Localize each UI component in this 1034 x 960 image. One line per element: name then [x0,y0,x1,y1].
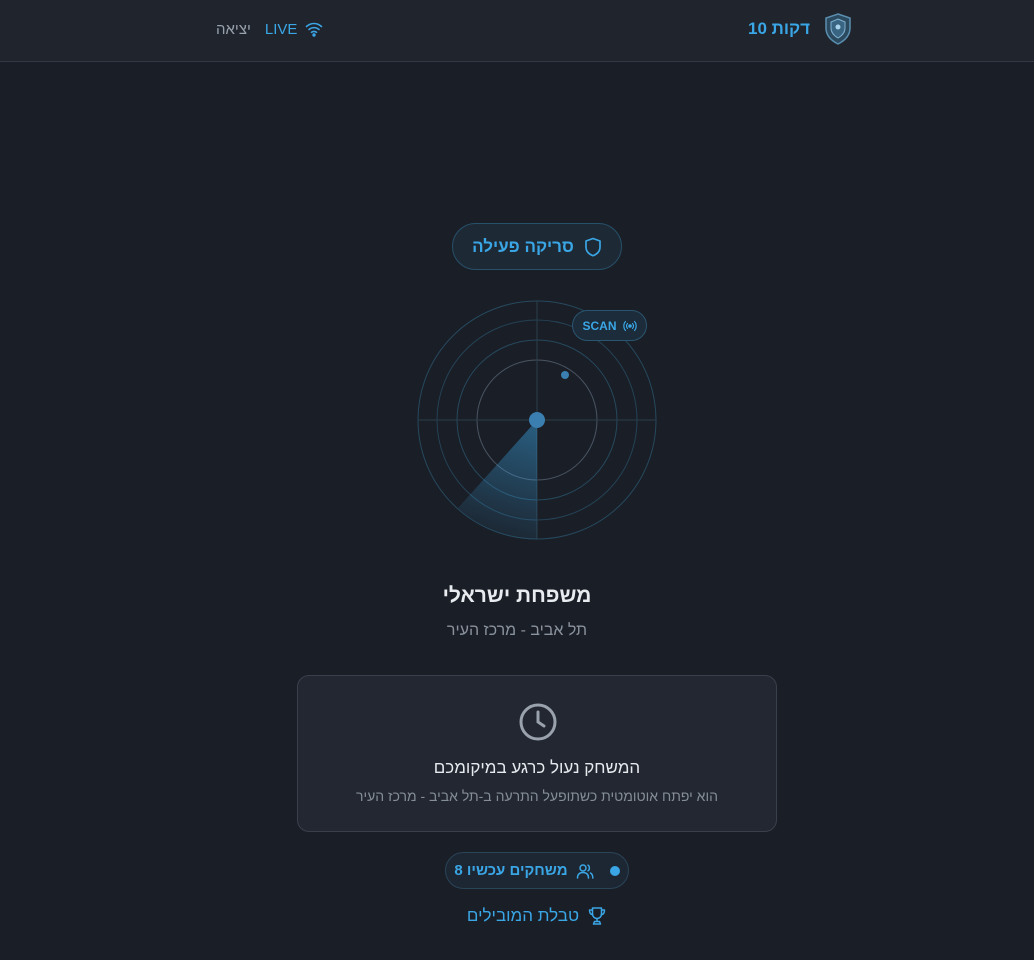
live-label: LIVE [264,20,298,38]
wifi-icon [306,22,323,37]
locked-status-card: המשחק נעול כרגע במיקומכם הוא יפתח אוטומט… [297,675,777,832]
brand: 10 דקות [748,12,852,46]
players-online-label: 8 משחקים עכשיו [454,862,568,879]
top-left-controls: יציאה LIVE [216,18,323,40]
family-name: משפחת ישראלי [442,584,592,607]
status-description: הוא יפתח אוטומטית כשתופעל התרעה ב-תל אבי… [356,788,718,804]
online-dot [609,865,620,876]
radar-center [529,412,545,428]
location-text: תל אביב - מרכז העיר [446,622,588,639]
shield-emblem-icon [825,13,851,45]
scan-tag-label: SCAN [582,318,617,333]
users-icon [576,863,594,879]
brand-title: 10 דקות [748,19,810,38]
trophy-icon [588,907,606,925]
players-online-badge: 8 משחקים עכשיו [445,852,629,889]
leaderboard-label: טבלת המובילים [466,906,580,925]
status-title: המשחק נעול כרגע במיקומכם [433,758,641,777]
live-indicator: LIVE [265,21,324,38]
active-scan-label: סריקה פעילה [472,236,574,256]
radar-sweep [458,420,537,539]
top-bar: 10 דקות יציאה LIVE [0,0,1034,62]
active-scan-badge: סריקה פעילה [452,223,622,270]
clock-icon [519,703,557,741]
broadcast-icon [622,320,637,331]
radar-blip [561,371,569,379]
leaderboard-link[interactable]: טבלת המובילים [466,904,608,928]
shield-icon [585,237,601,257]
scan-tag: SCAN [572,310,647,341]
exit-button[interactable]: יציאה [216,21,251,38]
